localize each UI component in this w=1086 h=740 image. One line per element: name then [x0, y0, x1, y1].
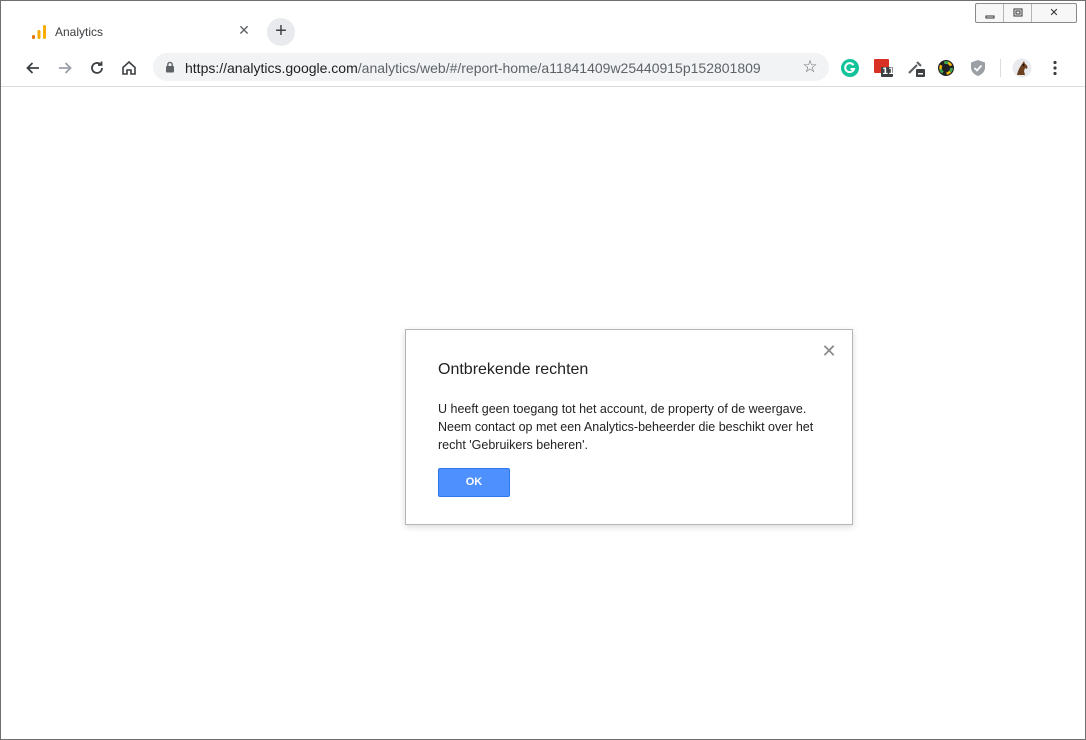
shield-icon[interactable]: [968, 58, 988, 78]
color-wheel-icon[interactable]: [936, 58, 956, 78]
new-tab-button[interactable]: +: [267, 18, 295, 46]
tab-title: Analytics: [55, 25, 104, 39]
home-icon: [122, 60, 136, 75]
tab-analytics[interactable]: Analytics ✕: [13, 13, 259, 49]
reload-button[interactable]: [85, 56, 109, 80]
tab-strip: Analytics ✕ + ✕: [1, 1, 1085, 49]
dialog-close-icon[interactable]: ✕: [820, 342, 838, 360]
analytics-bars-icon: [32, 25, 46, 39]
dialog-title: Ontbrekende rechten: [438, 361, 589, 378]
more-vertical-icon: [1053, 60, 1057, 76]
home-button[interactable]: [117, 56, 141, 80]
reload-icon: [91, 61, 103, 74]
address-bar[interactable]: https://analytics.google.com/analytics/w…: [153, 53, 829, 81]
tab-close-icon[interactable]: ✕: [235, 21, 253, 39]
toolbar-separator: [1000, 59, 1001, 77]
calendar-11-icon[interactable]: 11: [873, 58, 895, 78]
url-text[interactable]: https://analytics.google.com/analytics/w…: [185, 60, 761, 76]
minimize-icon: [985, 15, 994, 19]
browser-window: Analytics ✕ + ✕ https://analytics.google…: [0, 0, 1086, 740]
bookmark-star-icon[interactable]: ☆: [801, 58, 819, 76]
back-button[interactable]: [21, 56, 45, 80]
restore-button[interactable]: [1004, 4, 1032, 22]
url-host: https://analytics.google.com: [185, 60, 358, 76]
restore-icon: [1013, 8, 1022, 17]
window-controls: ✕: [975, 3, 1077, 23]
url-path: /analytics/web/#/report-home/a11841409w2…: [357, 60, 761, 76]
missing-permissions-dialog: ✕ Ontbrekende rechten U heeft geen toega…: [405, 329, 853, 525]
eyedropper-icon[interactable]: [906, 58, 926, 78]
dialog-message: U heeft geen toegang tot het account, de…: [438, 402, 814, 452]
close-window-button[interactable]: ✕: [1032, 4, 1076, 22]
grammarly-icon[interactable]: [840, 58, 860, 78]
browser-toolbar: https://analytics.google.com/analytics/w…: [1, 49, 1085, 87]
profile-avatar[interactable]: [1012, 58, 1032, 78]
minimize-button[interactable]: [976, 4, 1004, 22]
chrome-menu-icon[interactable]: [1047, 58, 1063, 78]
arrow-right-icon: [59, 62, 72, 74]
arrow-left-icon: [26, 62, 39, 74]
calendar-badge: 11: [882, 67, 895, 77]
lock-icon: [166, 61, 174, 73]
ok-button[interactable]: OK: [438, 468, 510, 497]
forward-button[interactable]: [53, 56, 77, 80]
